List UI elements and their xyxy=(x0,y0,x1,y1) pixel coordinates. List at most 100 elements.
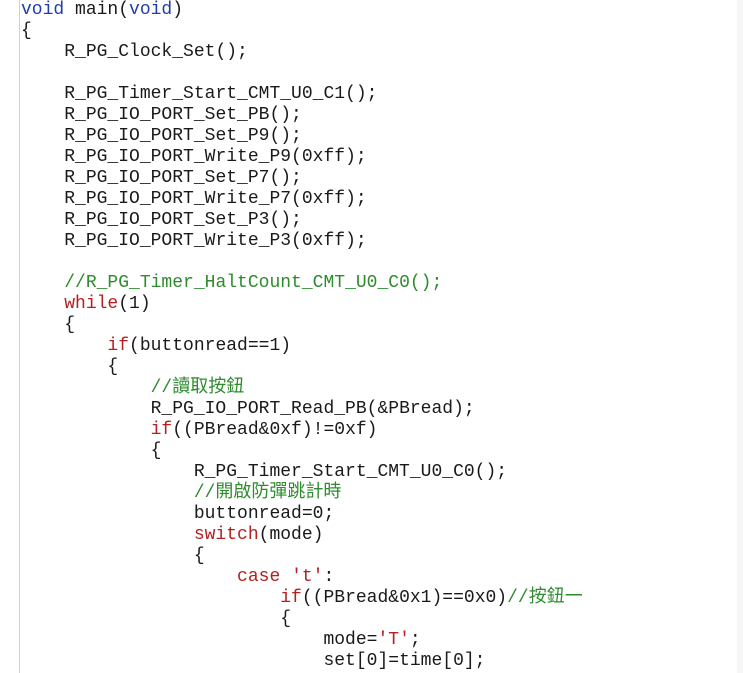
code-area[interactable]: void main(void){ R_PG_Clock_Set(); R_PG_… xyxy=(21,0,743,673)
code-line[interactable]: R_PG_IO_PORT_Set_P9(); xyxy=(21,126,743,147)
code-line[interactable]: { xyxy=(21,315,743,336)
code-line[interactable]: { xyxy=(21,357,743,378)
code-string: 't' xyxy=(291,567,324,587)
code-text: R_PG_IO_PORT_Set_PB(); xyxy=(64,105,302,125)
code-keyword: while xyxy=(64,294,119,314)
vertical-scrollbar[interactable] xyxy=(737,0,743,673)
code-line[interactable]: R_PG_Clock_Set(); xyxy=(21,42,743,63)
code-line[interactable]: R_PG_Timer_Start_CMT_U0_C1(); xyxy=(21,84,743,105)
code-line[interactable]: R_PG_IO_PORT_Write_P7(0xff); xyxy=(21,189,743,210)
editor-gutter xyxy=(0,0,20,673)
code-line[interactable] xyxy=(21,63,743,84)
code-line[interactable]: { xyxy=(21,441,743,462)
code-text: (buttonread==1) xyxy=(129,336,292,356)
code-comment: //讀取按鈕 xyxy=(150,378,245,398)
code-text: ((PBread&0xf)!=0xf) xyxy=(172,420,378,440)
code-comment: //開啟防彈跳計時 xyxy=(193,483,342,503)
code-line[interactable]: //開啟防彈跳計時 xyxy=(21,483,743,504)
code-line[interactable]: R_PG_IO_PORT_Set_P7(); xyxy=(21,168,743,189)
code-text: R_PG_IO_PORT_Set_P3(); xyxy=(64,210,302,230)
code-text: (1) xyxy=(118,294,151,314)
code-line[interactable]: //讀取按鈕 xyxy=(21,378,743,399)
code-text: R_PG_IO_PORT_Write_P9(0xff); xyxy=(64,147,367,167)
code-keyword: if xyxy=(150,420,173,440)
code-line[interactable]: if(buttonread==1) xyxy=(21,336,743,357)
code-keyword: if xyxy=(107,336,130,356)
code-line[interactable]: { xyxy=(21,546,743,567)
code-text: : xyxy=(323,567,335,587)
code-line[interactable]: R_PG_IO_PORT_Write_P9(0xff); xyxy=(21,147,743,168)
code-line[interactable]: set[0]=time[0]; xyxy=(21,651,743,672)
code-line[interactable]: if((PBread&0xf)!=0xf) xyxy=(21,420,743,441)
code-comment: //按鈕一 xyxy=(507,588,583,608)
code-line[interactable]: //R_PG_Timer_HaltCount_CMT_U0_C0(); xyxy=(21,273,743,294)
code-line[interactable]: while(1) xyxy=(21,294,743,315)
code-text: { xyxy=(280,609,292,629)
code-keyword: void xyxy=(129,0,173,20)
code-text: R_PG_IO_PORT_Write_P3(0xff); xyxy=(64,231,367,251)
code-keyword: switch xyxy=(193,525,259,545)
code-text: { xyxy=(64,315,76,335)
code-text: R_PG_IO_PORT_Read_PB(&PBread); xyxy=(150,399,475,419)
code-line[interactable]: void main(void) xyxy=(21,0,743,21)
code-line[interactable]: R_PG_IO_PORT_Read_PB(&PBread); xyxy=(21,399,743,420)
code-text: R_PG_Timer_Start_CMT_U0_C0(); xyxy=(193,462,508,482)
code-text: buttonread=0; xyxy=(193,504,335,524)
code-line[interactable] xyxy=(21,252,743,273)
code-text: ) xyxy=(172,0,184,20)
code-text: main( xyxy=(64,0,130,20)
code-keyword: case xyxy=(237,567,281,587)
code-keyword: if xyxy=(280,588,302,608)
code-text: R_PG_Clock_Set(); xyxy=(64,42,248,62)
code-text: ((PBread&0x1)==0x0) xyxy=(301,588,508,608)
code-string: 'T' xyxy=(377,630,410,650)
code-line[interactable]: buttonread=0; xyxy=(21,504,743,525)
code-line[interactable]: R_PG_IO_PORT_Set_PB(); xyxy=(21,105,743,126)
code-line[interactable]: R_PG_IO_PORT_Set_P3(); xyxy=(21,210,743,231)
code-line[interactable]: mode='T'; xyxy=(21,630,743,651)
code-text: { xyxy=(150,441,162,461)
code-text: (mode) xyxy=(258,525,324,545)
code-text: set[0]=time[0]; xyxy=(323,651,486,671)
code-line[interactable]: switch(mode) xyxy=(21,525,743,546)
code-line[interactable]: R_PG_IO_PORT_Write_P3(0xff); xyxy=(21,231,743,252)
code-line[interactable]: if((PBread&0x1)==0x0)//按鈕一 xyxy=(21,588,743,609)
code-line[interactable]: { xyxy=(21,21,743,42)
code-line[interactable]: { xyxy=(21,609,743,630)
code-editor[interactable]: void main(void){ R_PG_Clock_Set(); R_PG_… xyxy=(0,0,743,673)
code-keyword: void xyxy=(21,0,65,20)
code-line[interactable]: R_PG_Timer_Start_CMT_U0_C0(); xyxy=(21,462,743,483)
code-comment: //R_PG_Timer_HaltCount_CMT_U0_C0(); xyxy=(64,273,443,293)
code-text: R_PG_IO_PORT_Set_P7(); xyxy=(64,168,302,188)
code-text: R_PG_IO_PORT_Set_P9(); xyxy=(64,126,302,146)
code-line[interactable]: case 't': xyxy=(21,567,743,588)
